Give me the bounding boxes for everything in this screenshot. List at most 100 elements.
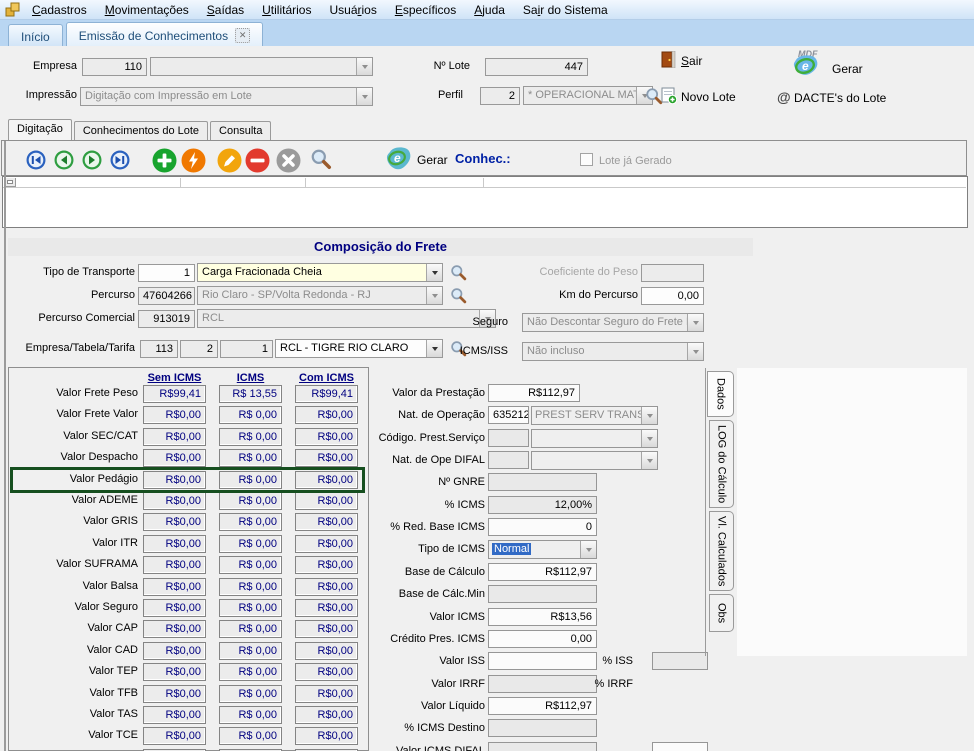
ett-tarifa-field[interactable]: 1: [220, 340, 273, 358]
valor-cell-sem[interactable]: R$0,00: [143, 428, 206, 446]
ett-empresa-field[interactable]: 113: [140, 340, 178, 358]
detail-combo[interactable]: PREST SERV TRANSI: [531, 406, 658, 425]
valor-cell-sem[interactable]: R$0,00: [143, 620, 206, 638]
valor-cell-sem[interactable]: R$0,00: [143, 471, 206, 489]
chevron-down-icon[interactable]: [687, 343, 703, 360]
tipo-transporte-search-icon[interactable]: [450, 264, 467, 281]
menu-item-4[interactable]: Utilitários: [253, 2, 320, 18]
menu-item-5[interactable]: Usuários: [320, 2, 385, 18]
edit-pencil-icon[interactable]: [217, 148, 242, 173]
percurso-comercial-code-field[interactable]: 913019: [138, 310, 195, 328]
delete-record-icon[interactable]: [245, 148, 270, 173]
detail-field[interactable]: [488, 473, 597, 491]
icms-iss-combo[interactable]: Não incluso: [522, 342, 704, 361]
search-icon[interactable]: [310, 148, 332, 170]
menu-item-3[interactable]: Saídas: [198, 2, 253, 18]
tipo-transporte-code-field[interactable]: 1: [138, 264, 195, 282]
nav-next-icon[interactable]: [82, 150, 102, 170]
menu-item-1[interactable]: Cadastros: [23, 2, 96, 18]
gerar-mdfe-button[interactable]: Gerar: [832, 62, 863, 76]
detail-field[interactable]: R$112,97: [488, 697, 597, 715]
valor-cell-icms[interactable]: R$ 0,00: [219, 642, 282, 660]
ett-combo[interactable]: RCL - TIGRE RIO CLARO: [275, 339, 443, 358]
chevron-down-icon[interactable]: [356, 58, 372, 75]
valor-cell-icms[interactable]: R$ 0,00: [219, 706, 282, 724]
detail-combo[interactable]: [531, 429, 658, 448]
side-tab-log-do-calculo[interactable]: LOG do Cálculo: [709, 420, 734, 508]
records-grid[interactable]: [2, 176, 968, 228]
chevron-down-icon[interactable]: [580, 541, 596, 558]
side-tab-obs[interactable]: Obs: [709, 594, 734, 632]
valor-cell-icms[interactable]: R$ 0,00: [219, 727, 282, 745]
detail-code-field[interactable]: [488, 429, 529, 447]
valor-cell-icms[interactable]: R$ 0,00: [219, 599, 282, 617]
nav-first-icon[interactable]: [26, 150, 46, 170]
valor-cell-sem[interactable]: R$0,00: [143, 599, 206, 617]
valor-cell-icms[interactable]: R$ 0,00: [219, 663, 282, 681]
valor-cell-icms[interactable]: R$ 0,00: [219, 428, 282, 446]
subtab-digitacao[interactable]: Digitação: [8, 119, 72, 140]
menu-item-8[interactable]: Sair do Sistema: [514, 2, 617, 18]
tab-emissao-conhecimentos[interactable]: Emissão de Conhecimentos ✕: [66, 22, 263, 46]
detail-field[interactable]: [488, 719, 597, 737]
perfil-code-field[interactable]: 2: [480, 87, 520, 105]
percurso-search-icon[interactable]: [450, 287, 467, 304]
side-tab-vl-calculados[interactable]: Vl. Calculados: [709, 511, 734, 591]
detail-code-field[interactable]: 635212: [488, 406, 529, 424]
km-percurso-field[interactable]: 0,00: [641, 287, 704, 305]
valor-cell-sem[interactable]: R$0,00: [143, 685, 206, 703]
percurso-code-field[interactable]: 47604266: [138, 287, 195, 305]
valor-cell-icms[interactable]: R$ 0,00: [219, 513, 282, 531]
add-record-icon[interactable]: [152, 148, 177, 173]
valor-cell-sem[interactable]: R$99,41: [143, 385, 206, 403]
valor-cell-sem[interactable]: R$0,00: [143, 578, 206, 596]
valor-cell-icms[interactable]: R$ 0,00: [219, 620, 282, 638]
detail-field[interactable]: R$112,97: [488, 563, 597, 581]
detail-field[interactable]: 12,00%: [488, 496, 597, 514]
chevron-down-icon[interactable]: [641, 452, 657, 469]
detail-extra-field[interactable]: [652, 652, 708, 670]
detail-field[interactable]: R$112,97: [488, 384, 580, 402]
valor-cell-sem[interactable]: R$0,00: [143, 492, 206, 510]
valor-cell-sem[interactable]: R$0,00: [143, 727, 206, 745]
gerar-cte-button[interactable]: Gerar: [417, 153, 448, 167]
seguro-combo[interactable]: Não Descontar Seguro do Frete P: [522, 313, 704, 332]
detail-combo[interactable]: [531, 451, 658, 470]
valor-cell-icms[interactable]: R$ 0,00: [219, 492, 282, 510]
tab-inicio[interactable]: Início: [8, 24, 63, 46]
valor-cell-sem[interactable]: R$0,00: [143, 406, 206, 424]
subtab-conhecimentos-do-lote[interactable]: Conhecimentos do Lote: [74, 121, 208, 140]
novo-lote-button[interactable]: Novo Lote: [681, 90, 736, 104]
valor-cell-icms[interactable]: R$ 0,00: [219, 685, 282, 703]
lote-field[interactable]: 447: [485, 58, 588, 76]
detail-field[interactable]: [488, 742, 597, 751]
tipo-transporte-combo[interactable]: Carga Fracionada Cheia: [197, 263, 443, 282]
subtab-consulta[interactable]: Consulta: [210, 121, 271, 140]
quick-action-lightning-icon[interactable]: [181, 148, 206, 173]
sair-button[interactable]: Sair: [681, 54, 702, 68]
coeficiente-peso-field[interactable]: [641, 264, 704, 282]
detail-field[interactable]: 0,00: [488, 630, 597, 648]
valor-cell-sem[interactable]: R$0,00: [143, 535, 206, 553]
detail-extra-field[interactable]: [652, 742, 708, 751]
side-tab-dados[interactable]: Dados: [707, 371, 734, 417]
menu-item-7[interactable]: Ajuda: [465, 2, 514, 18]
detail-field[interactable]: 0: [488, 518, 597, 536]
chevron-down-icon[interactable]: [426, 287, 442, 304]
valor-cell-icms[interactable]: R$ 0,00: [219, 578, 282, 596]
chevron-down-icon[interactable]: [687, 314, 703, 331]
valor-cell-sem[interactable]: R$0,00: [143, 642, 206, 660]
lote-ja-gerado-checkbox[interactable]: [580, 153, 593, 166]
detail-code-field[interactable]: [488, 451, 529, 469]
detail-combo[interactable]: Normal: [488, 540, 597, 559]
empresa-combo[interactable]: [150, 57, 373, 76]
chevron-down-icon[interactable]: [356, 88, 372, 105]
valor-cell-sem[interactable]: R$0,00: [143, 706, 206, 724]
valor-cell-icms[interactable]: R$ 13,55: [219, 385, 282, 403]
valor-cell-sem[interactable]: R$0,00: [143, 556, 206, 574]
detail-field[interactable]: [488, 585, 597, 603]
valor-cell-icms[interactable]: R$ 0,00: [219, 471, 282, 489]
nav-prev-icon[interactable]: [54, 150, 74, 170]
valor-cell-icms[interactable]: R$ 0,00: [219, 535, 282, 553]
empresa-code-field[interactable]: 110: [82, 58, 147, 76]
